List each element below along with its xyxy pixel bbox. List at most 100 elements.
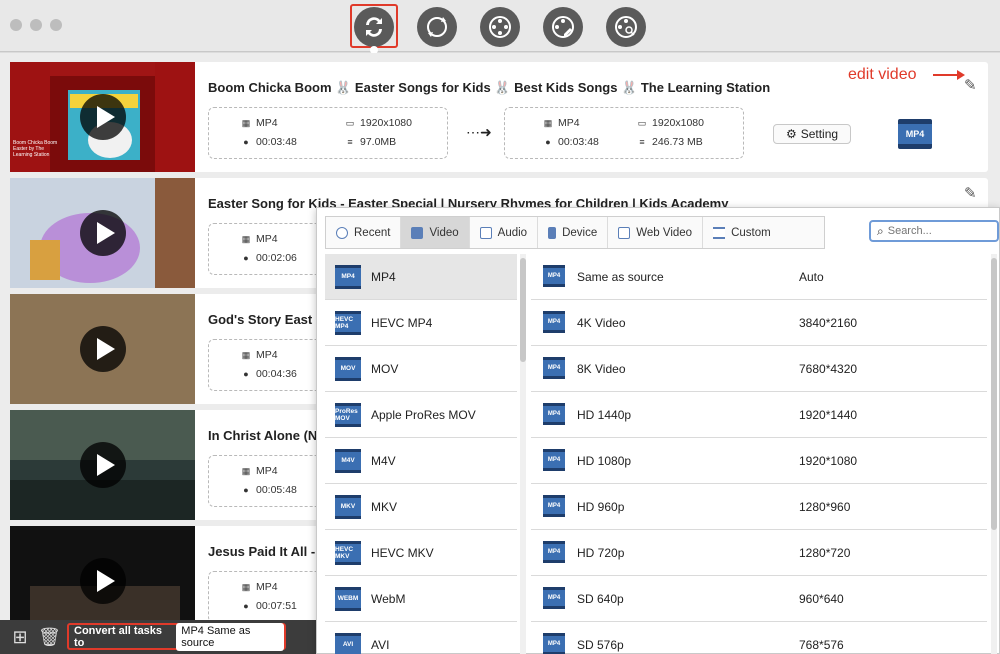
format-item-avi[interactable]: AVI AVI	[325, 622, 517, 654]
monitor-icon: ▭	[345, 118, 355, 128]
rotate-icon[interactable]	[417, 7, 457, 47]
resolution-name: HD 960p	[577, 499, 625, 514]
format-label: HEVC MP4	[371, 315, 433, 330]
database-icon: ≡	[639, 137, 645, 147]
video-thumbnail[interactable]	[10, 178, 195, 288]
setting-button[interactable]: ⚙ Setting	[773, 124, 851, 144]
resolution-item[interactable]: MP4 SD 576p 768*576	[531, 622, 987, 654]
convert-all-select[interactable]: MP4 Same as source	[176, 622, 284, 651]
film-edit-icon[interactable]	[543, 7, 583, 47]
search-box[interactable]: ⌕	[869, 220, 999, 242]
format-item-webm[interactable]: WEBM WebM	[325, 576, 517, 622]
tab-web-video[interactable]: Web Video	[608, 217, 704, 248]
clock-icon: ●	[243, 369, 249, 379]
resolution-value: 1920*1080	[799, 453, 858, 468]
resolution-item[interactable]: MP4 SD 640p 960*640	[531, 576, 987, 622]
format-tabs: Recent Video Audio Device Web Video Cust…	[325, 216, 825, 249]
output-resolution: 1920x1080	[652, 117, 704, 129]
mkv-format-icon: MKV	[335, 494, 361, 519]
close-window-icon[interactable]	[10, 19, 22, 31]
play-button[interactable]	[80, 442, 126, 488]
source-info-box: ▦ MP4 ● 00:03:48 ▭ 1920x1080 ≡ 97.0MB	[208, 107, 448, 159]
add-icon[interactable]: ⊞	[10, 627, 30, 647]
resolution-name: SD 576p	[577, 637, 624, 652]
tab-device[interactable]: Device	[538, 217, 609, 248]
scrollbar-thumb[interactable]	[991, 258, 997, 530]
resolution-name: Same as source	[577, 269, 664, 284]
avi-format-icon: AVI	[335, 632, 361, 654]
play-button[interactable]	[80, 326, 126, 372]
format-item-mp4[interactable]: MP4 MP4	[325, 254, 517, 300]
tab-audio[interactable]: Audio	[470, 217, 539, 248]
source-duration: 00:05:48	[256, 484, 297, 496]
format-item-prores-mov[interactable]: ProRes MOV Apple ProRes MOV	[325, 392, 517, 438]
tab-label: Device	[562, 226, 598, 239]
source-duration: 00:03:48	[256, 136, 297, 148]
search-input[interactable]	[887, 225, 988, 237]
format-label: HEVC MKV	[371, 545, 434, 560]
format-item-mov[interactable]: MOV MOV	[325, 346, 517, 392]
source-format: MP4	[256, 233, 278, 245]
tab-video[interactable]: Video	[401, 217, 470, 248]
format-item-mkv[interactable]: MKV MKV	[325, 484, 517, 530]
source-format: MP4	[256, 581, 278, 593]
video-thumbnail[interactable]	[10, 410, 195, 520]
thumbnail-caption: Boom Chicka Boom Easter by The Learning …	[13, 140, 58, 158]
output-format-badge[interactable]: MP4	[898, 119, 932, 149]
tab-custom[interactable]: Custom	[703, 217, 781, 248]
play-button[interactable]	[80, 210, 126, 256]
convert-all-label: Convert all tasks to	[74, 624, 163, 649]
video-tab-icon	[411, 226, 424, 239]
resolution-value: 1280*960	[799, 499, 851, 514]
video-row[interactable]: Boom Chicka Boom Easter by The Learning …	[10, 62, 988, 172]
source-format: MP4	[256, 117, 278, 129]
format-item-hevc-mp4[interactable]: HEVC MP4 HEVC MP4	[325, 300, 517, 346]
tab-recent[interactable]: Recent	[326, 217, 402, 248]
video-thumbnail[interactable]	[10, 294, 195, 404]
scrollbar-thumb[interactable]	[520, 258, 526, 362]
resolution-item[interactable]: MP4 HD 1080p 1920*1080	[531, 438, 987, 484]
hevc-mkv-format-icon: HEVC MKV	[335, 540, 361, 565]
resolution-item[interactable]: MP4 HD 1440p 1920*1440	[531, 392, 987, 438]
resolution-name: 8K Video	[577, 361, 626, 376]
resolution-value: 768*576	[799, 637, 844, 652]
play-button[interactable]	[80, 94, 126, 140]
source-info-box: ▦ MP4 ● 00:05:48	[208, 455, 328, 507]
format-item-hevc-mkv[interactable]: HEVC MKV HEVC MKV	[325, 530, 517, 576]
source-info-box: ▦ MP4 ● 00:02:06	[208, 223, 328, 275]
prores-format-icon: ProRes MOV	[335, 402, 361, 427]
output-size: 246.73 MB	[652, 136, 703, 148]
edit-video-annotation: edit video	[848, 66, 917, 83]
film-icon[interactable]	[480, 7, 520, 47]
resolution-item[interactable]: MP4 HD 960p 1280*960	[531, 484, 987, 530]
output-info-box: ▦ MP4 ● 00:03:48 ▭ 1920x1080 ≡ 246.73 MB	[504, 107, 744, 159]
video-thumbnail[interactable]: Boom Chicka Boom Easter by The Learning …	[10, 62, 195, 172]
format-item-m4v[interactable]: M4V M4V	[325, 438, 517, 484]
mp4-format-icon: MP4	[543, 265, 565, 287]
resolution-item[interactable]: MP4 HD 720p 1280*720	[531, 530, 987, 576]
mp4-format-icon: MP4	[543, 311, 565, 333]
resolution-name: HD 1080p	[577, 453, 632, 468]
edit-pencil-icon[interactable]: ✎	[964, 184, 977, 202]
resolution-item[interactable]: MP4 8K Video 7680*4320	[531, 346, 987, 392]
device-tab-icon	[548, 226, 557, 239]
video-title: Jesus Paid It All -	[208, 544, 316, 559]
format-scrollbar[interactable]	[520, 254, 526, 654]
minimize-window-icon[interactable]	[30, 19, 42, 31]
resolution-scrollbar[interactable]	[991, 254, 997, 654]
resolution-item[interactable]: MP4 Same as source Auto	[531, 254, 987, 300]
source-duration: 00:04:36	[256, 368, 297, 380]
edit-pencil-icon[interactable]: ✎	[964, 76, 977, 94]
trash-icon[interactable]: 🗑	[38, 627, 61, 647]
film-small-icon: ▦	[543, 118, 553, 128]
audio-tab-icon	[479, 226, 492, 239]
m4v-format-icon: M4V	[335, 448, 361, 473]
play-button[interactable]	[80, 558, 126, 604]
film-search-icon[interactable]	[606, 7, 646, 47]
source-duration: 00:07:51	[256, 600, 297, 612]
convert-icon[interactable]	[354, 7, 394, 47]
zoom-window-icon[interactable]	[50, 19, 62, 31]
resolution-item[interactable]: MP4 4K Video 3840*2160	[531, 300, 987, 346]
resolution-value: 3840*2160	[799, 315, 858, 330]
format-label: MP4	[371, 269, 396, 284]
